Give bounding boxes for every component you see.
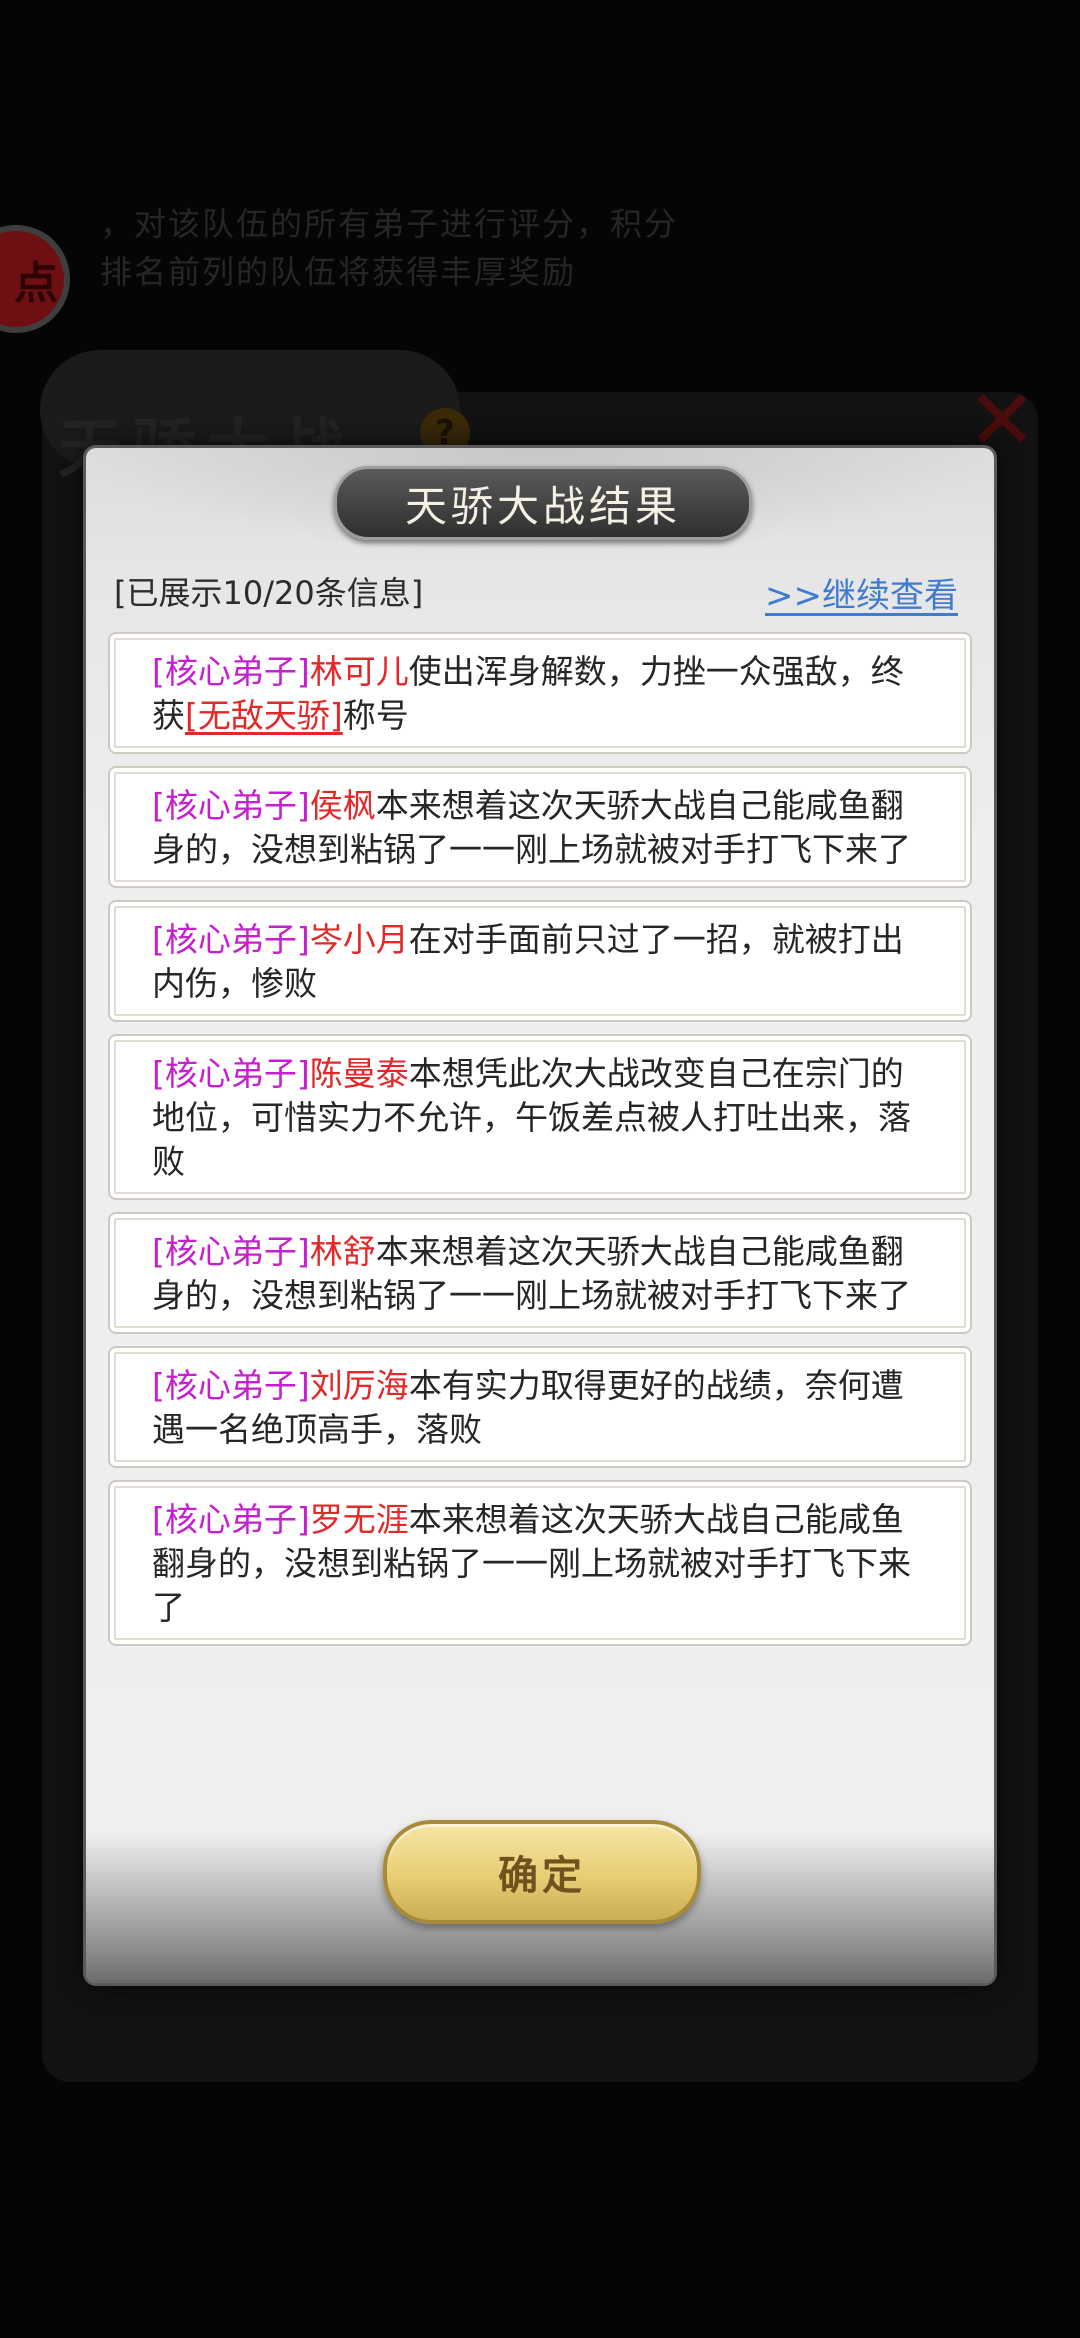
background-text-line: ，对该队伍的所有弟子进行评分，积分 (100, 205, 679, 243)
disciple-name: 林可儿 (309, 652, 409, 691)
disciple-name: 岑小月 (309, 920, 409, 959)
result-entry: [核心弟子]罗无涯本来想着这次天骄大战自己能咸鱼翻身的，没想到粘锅了一一刚上场就… (108, 1480, 972, 1646)
disciple-rank-tag: [核心弟子] (152, 1500, 310, 1539)
disciple-name: 侯枫 (309, 786, 376, 825)
confirm-button[interactable]: 确定 (383, 1820, 701, 1924)
disciple-rank-tag: [核心弟子] (152, 1366, 310, 1405)
disciple-name: 罗无涯 (309, 1500, 409, 1539)
result-text-suffix: 称号 (342, 696, 409, 735)
result-entry: [核心弟子]陈曼泰本想凭此次大战改变自己在宗门的地位，可惜实力不允许，午饭差点被… (108, 1034, 972, 1200)
disciple-name: 林舒 (309, 1232, 376, 1271)
disciple-rank-tag: [核心弟子] (152, 786, 310, 825)
disciple-name: 刘厉海 (309, 1366, 409, 1405)
result-list[interactable]: [核心弟子]林可儿使出浑身解数，力挫一众强敌，终获[无敌天骄]称号 [核心弟子]… (108, 632, 972, 1772)
honor-title: [无敌天骄] (185, 696, 343, 735)
result-entry: [核心弟子]侯枫本来想着这次天骄大战自己能咸鱼翻身的，没想到粘锅了一一刚上场就被… (108, 766, 972, 888)
disciple-rank-tag: [核心弟子] (152, 920, 310, 959)
result-entry: [核心弟子]岑小月在对手面前只过了一招，就被打出内伤，惨败 (108, 900, 972, 1022)
background-description: ，对该队伍的所有弟子进行评分，积分 排名前列的队伍将获得丰厚奖励 (100, 200, 1080, 296)
background-side-button: 点 (0, 225, 70, 333)
view-more-link[interactable]: >>继续查看 (765, 568, 958, 617)
dialog-title: 天骄大战结果 (334, 466, 752, 540)
background-text-line: 排名前列的队伍将获得丰厚奖励 (100, 253, 577, 291)
disciple-rank-tag: [核心弟子] (152, 1054, 310, 1093)
shown-info-count: [已展示10/20条信息] (114, 574, 424, 612)
result-entry: [核心弟子]林舒本来想着这次天骄大战自己能咸鱼翻身的，没想到粘锅了一一刚上场就被… (108, 1212, 972, 1334)
disciple-name: 陈曼泰 (309, 1054, 409, 1093)
disciple-rank-tag: [核心弟子] (152, 652, 310, 691)
battle-result-dialog: 天骄大战结果 [已展示10/20条信息] >>继续查看 [核心弟子]林可儿使出浑… (86, 448, 994, 1983)
result-entry: [核心弟子]刘厉海本有实力取得更好的战绩，奈何遭遇一名绝顶高手，落败 (108, 1346, 972, 1468)
disciple-rank-tag: [核心弟子] (152, 1232, 310, 1271)
result-entry: [核心弟子]林可儿使出浑身解数，力挫一众强敌，终获[无敌天骄]称号 (108, 632, 972, 754)
